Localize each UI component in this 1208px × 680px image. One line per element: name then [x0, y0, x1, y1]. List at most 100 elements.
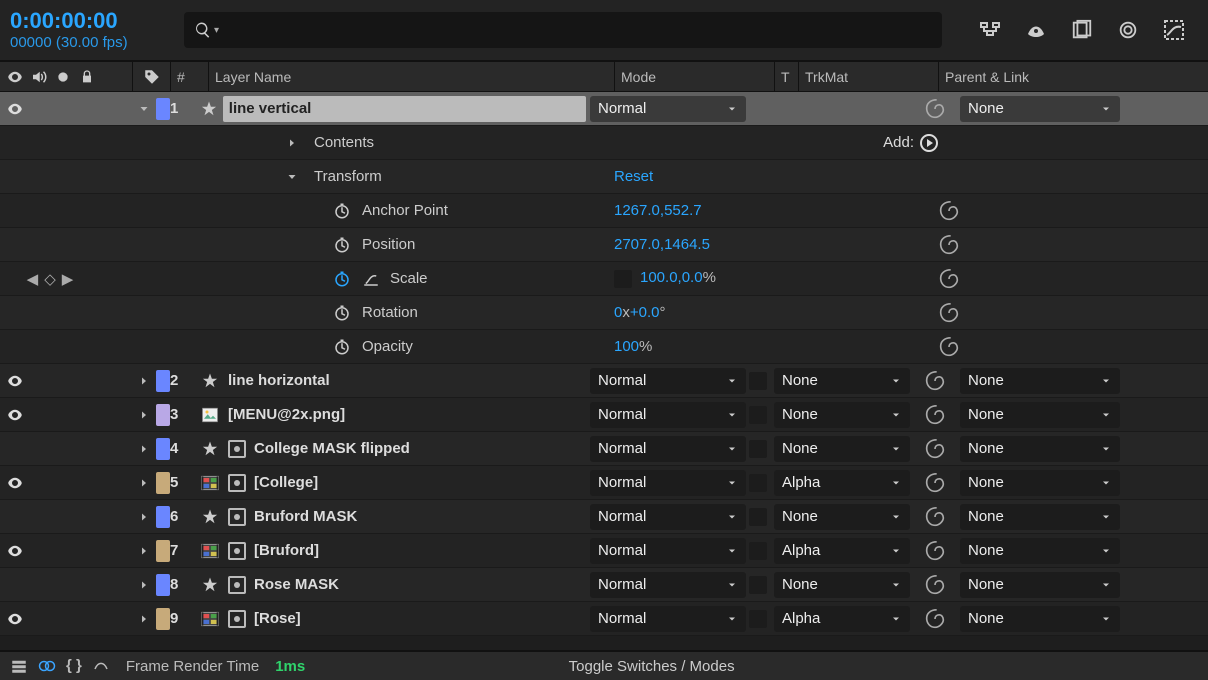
layer-name-cell[interactable]: Rose MASK — [200, 575, 586, 595]
twirl-toggle[interactable] — [132, 545, 156, 557]
property-value[interactable]: 2707.0,1464.5 — [614, 236, 924, 253]
layer-name-cell[interactable]: College MASK flipped — [200, 439, 586, 459]
audio-toggle[interactable] — [28, 438, 50, 460]
twirl-toggle[interactable] — [132, 579, 156, 591]
audio-toggle[interactable] — [28, 98, 50, 120]
twirl-toggle[interactable] — [132, 443, 156, 455]
lock-toggle[interactable] — [76, 608, 98, 630]
constrain-checkbox[interactable] — [614, 270, 632, 288]
lock-toggle[interactable] — [76, 472, 98, 494]
label-swatch[interactable] — [156, 404, 170, 426]
eye-header-icon[interactable] — [6, 68, 24, 86]
stopwatch-icon[interactable] — [332, 337, 352, 357]
layer-row[interactable]: 5 [College] Normal Alpha None — [0, 466, 1208, 500]
property-value[interactable]: 0x+0.0° — [614, 304, 924, 321]
mode-dropdown[interactable]: Normal — [590, 538, 746, 564]
layer-row[interactable]: 3 [MENU@2x.png] Normal None None — [0, 398, 1208, 432]
audio-toggle[interactable] — [28, 370, 50, 392]
pickwhip-icon[interactable] — [910, 473, 960, 493]
expression-pickwhip-icon[interactable] — [924, 201, 974, 221]
lock-toggle[interactable] — [76, 438, 98, 460]
solo-toggle[interactable] — [52, 506, 74, 528]
parent-dropdown[interactable]: None — [960, 368, 1120, 394]
label-swatch[interactable] — [156, 506, 170, 528]
constrain-icon[interactable] — [362, 270, 380, 288]
audio-toggle[interactable] — [28, 574, 50, 596]
trkmat-dropdown[interactable]: None — [774, 572, 910, 598]
keyframe-nav[interactable]: ◀◇▶ — [0, 270, 100, 288]
visibility-toggle[interactable] — [4, 472, 26, 494]
solo-header-icon[interactable] — [54, 68, 72, 86]
label-swatch[interactable] — [156, 540, 170, 562]
audio-toggle[interactable] — [28, 404, 50, 426]
parent-dropdown[interactable]: None — [960, 538, 1120, 564]
search-input[interactable] — [225, 22, 932, 39]
parent-dropdown[interactable]: None — [960, 470, 1120, 496]
expression-pickwhip-icon[interactable] — [924, 337, 974, 357]
mode-dropdown[interactable]: Normal — [590, 606, 746, 632]
pickwhip-icon[interactable] — [910, 541, 960, 561]
solo-toggle[interactable] — [52, 438, 74, 460]
pickwhip-icon[interactable] — [910, 99, 960, 119]
solo-toggle[interactable] — [52, 540, 74, 562]
audio-header-icon[interactable] — [30, 68, 48, 86]
braces-icon[interactable]: { } — [66, 657, 82, 675]
parent-dropdown[interactable]: None — [960, 96, 1120, 122]
prev-key-icon[interactable]: ◀ — [27, 270, 39, 288]
label-column[interactable] — [132, 62, 170, 91]
layer-row[interactable]: 9 [Rose] Normal Alpha None — [0, 602, 1208, 636]
stopwatch-icon[interactable] — [332, 303, 352, 323]
preserve-transparency[interactable] — [749, 406, 767, 424]
layer-name-cell[interactable]: [Bruford] — [200, 541, 586, 561]
twirl-toggle[interactable] — [132, 477, 156, 489]
layer-name-cell[interactable]: Bruford MASK — [200, 507, 586, 527]
property-value[interactable]: 100% — [614, 338, 924, 355]
layer-name-cell[interactable]: line horizontal — [200, 371, 586, 391]
visibility-toggle[interactable] — [4, 506, 26, 528]
layer-name-cell[interactable]: line vertical — [200, 96, 586, 122]
preserve-transparency[interactable] — [749, 542, 767, 560]
twirl-toggle[interactable] — [132, 409, 156, 421]
expression-pickwhip-icon[interactable] — [924, 235, 974, 255]
lock-toggle[interactable] — [76, 540, 98, 562]
layer-row[interactable]: 4 College MASK flipped Normal None None — [0, 432, 1208, 466]
preserve-transparency[interactable] — [749, 610, 767, 628]
layer-row[interactable]: 8 Rose MASK Normal None None — [0, 568, 1208, 602]
preserve-transparency[interactable] — [749, 440, 767, 458]
trkmat-dropdown[interactable]: Alpha — [774, 470, 910, 496]
layer-name-cell[interactable]: [College] — [200, 473, 586, 493]
solo-toggle[interactable] — [52, 472, 74, 494]
stopwatch-icon[interactable] — [332, 269, 352, 289]
audio-toggle[interactable] — [28, 472, 50, 494]
twirl-toggle[interactable] — [132, 375, 156, 387]
mode-dropdown[interactable]: Normal — [590, 470, 746, 496]
trkmat-dropdown[interactable]: Alpha — [774, 606, 910, 632]
shy-icon[interactable] — [1022, 16, 1050, 44]
preserve-transparency[interactable] — [749, 576, 767, 594]
solo-toggle[interactable] — [52, 98, 74, 120]
trkmat-dropdown[interactable]: None — [774, 368, 910, 394]
pickwhip-icon[interactable] — [910, 439, 960, 459]
visibility-toggle[interactable] — [4, 370, 26, 392]
solo-toggle[interactable] — [52, 370, 74, 392]
timecode[interactable]: 0:00:00:00 — [10, 9, 170, 33]
trkmat-dropdown[interactable]: None — [774, 402, 910, 428]
label-swatch[interactable] — [156, 370, 170, 392]
mode-dropdown[interactable]: Normal — [590, 436, 746, 462]
toggle-switches-button[interactable]: Toggle Switches / Modes — [321, 658, 982, 675]
audio-toggle[interactable] — [28, 540, 50, 562]
label-swatch[interactable] — [156, 438, 170, 460]
parent-dropdown[interactable]: None — [960, 402, 1120, 428]
trkmat-dropdown[interactable]: Alpha — [774, 538, 910, 564]
twirl-toggle[interactable] — [132, 103, 156, 115]
twirl-toggle[interactable] — [132, 511, 156, 523]
visibility-toggle[interactable] — [4, 438, 26, 460]
audio-toggle[interactable] — [28, 608, 50, 630]
visibility-toggle[interactable] — [4, 608, 26, 630]
comp-flowchart-icon[interactable] — [976, 16, 1004, 44]
render-queue-icon[interactable] — [10, 657, 28, 675]
trkmat-dropdown[interactable]: None — [774, 504, 910, 530]
pickwhip-icon[interactable] — [910, 405, 960, 425]
audio-toggle[interactable] — [28, 506, 50, 528]
mode-dropdown[interactable]: Normal — [590, 504, 746, 530]
